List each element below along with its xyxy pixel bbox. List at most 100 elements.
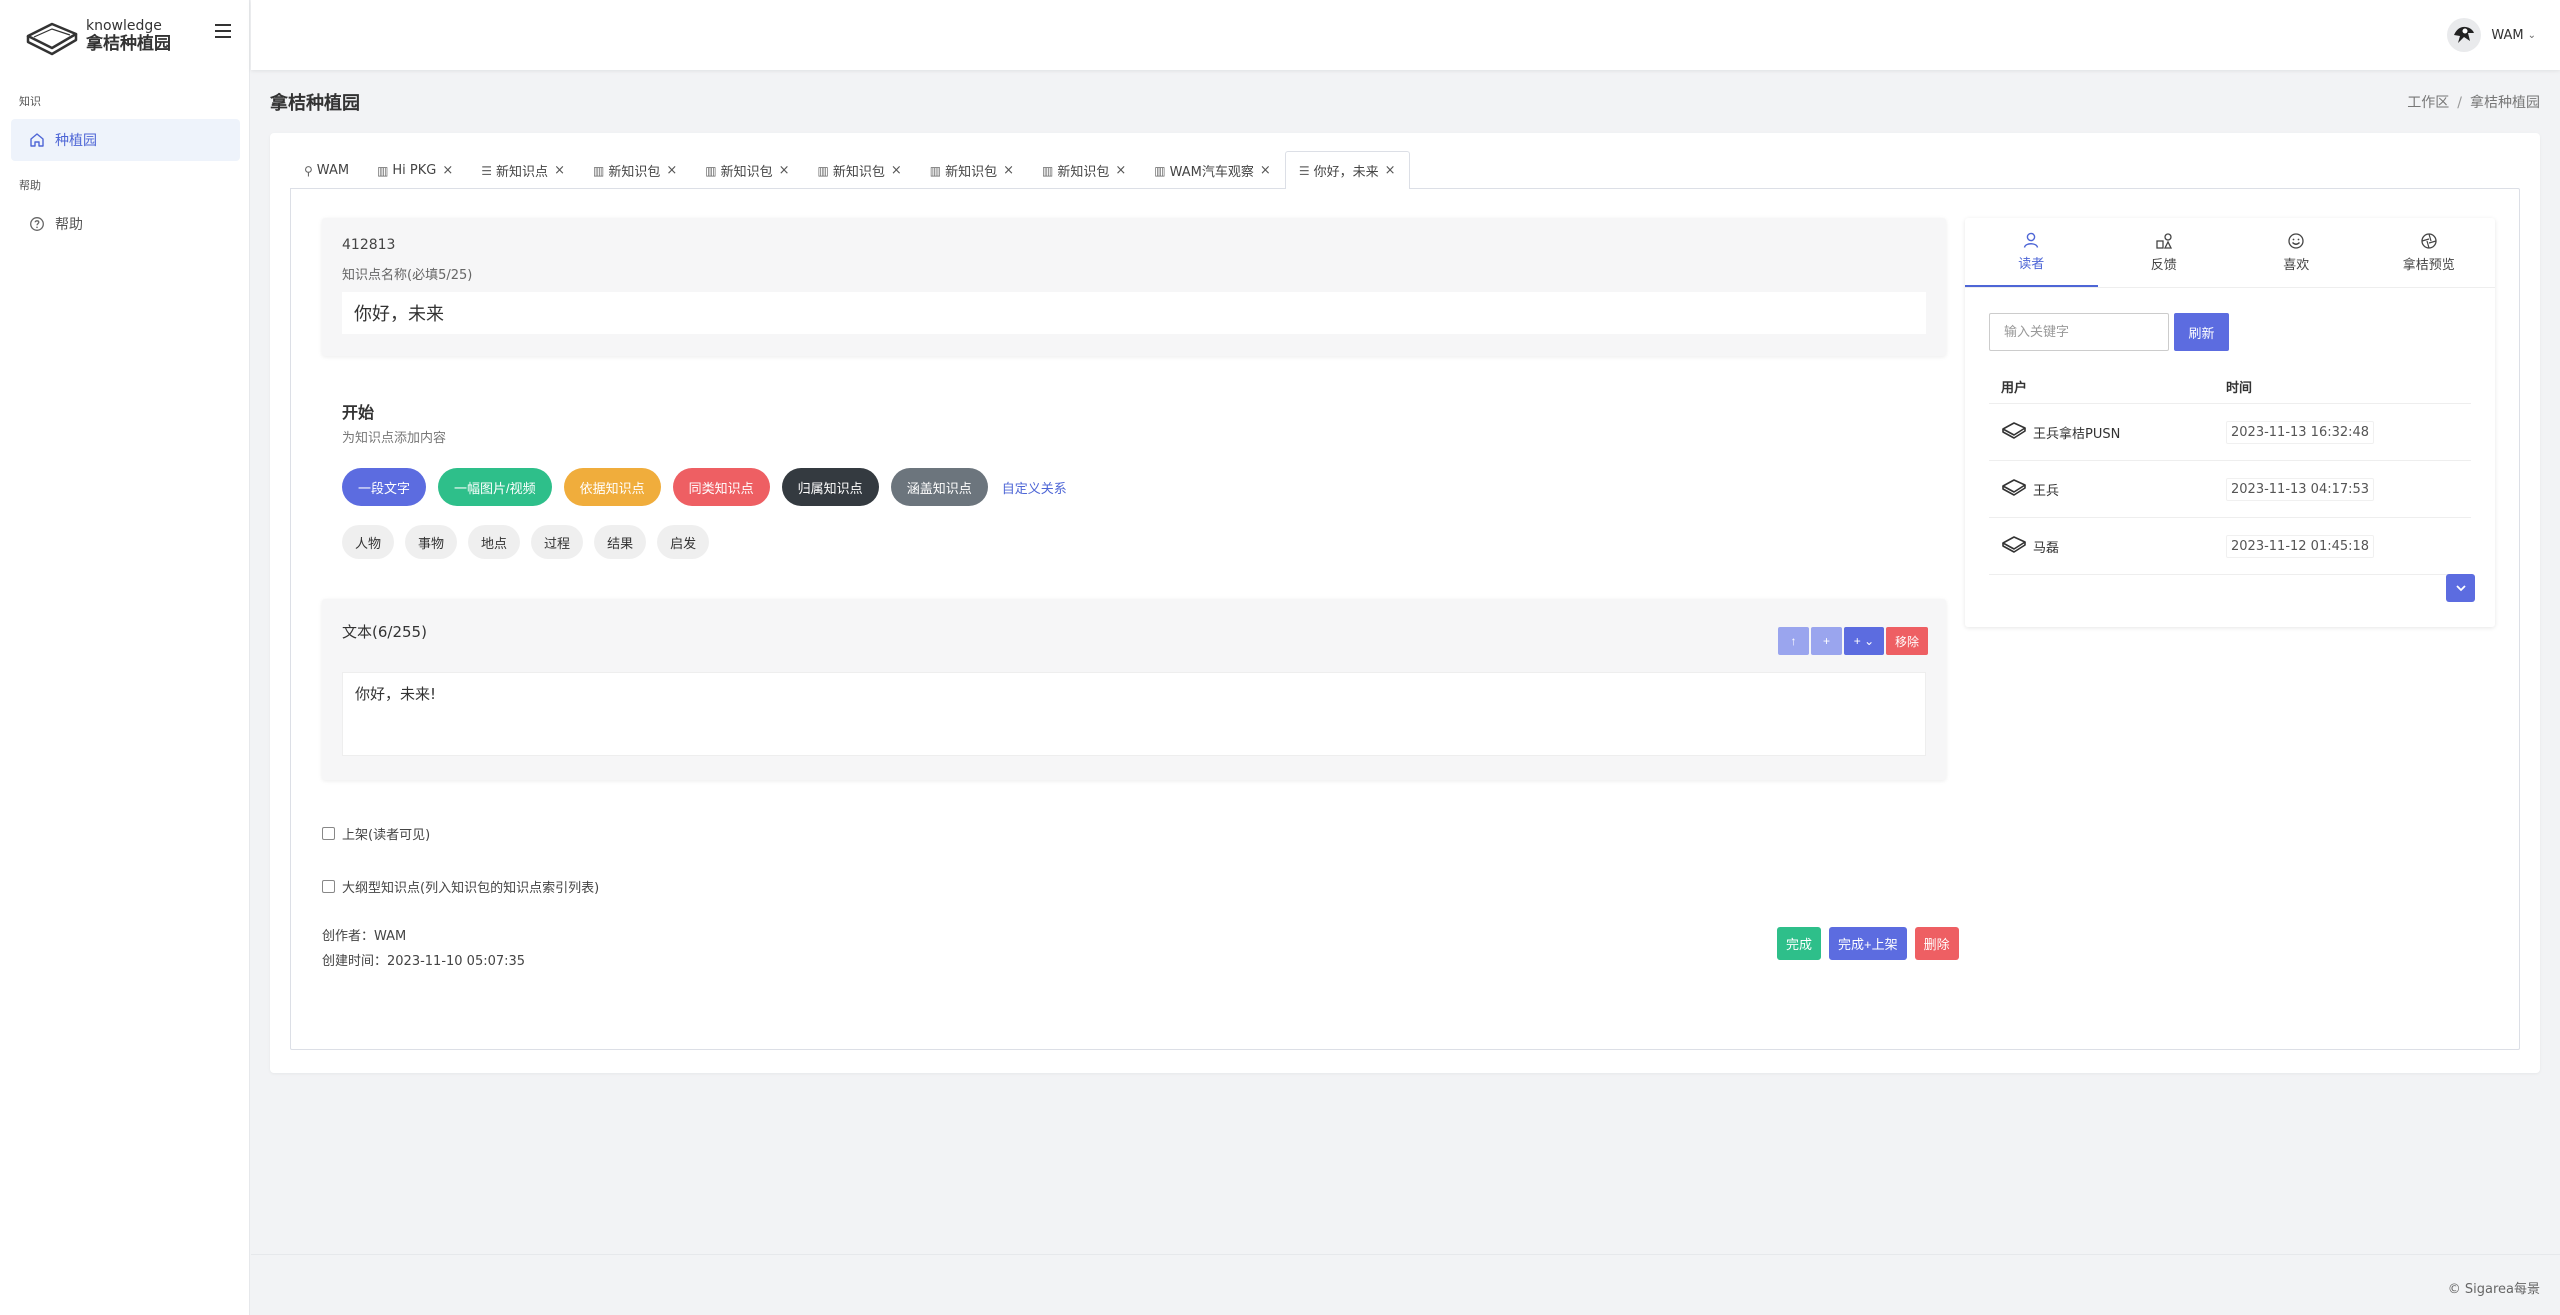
- knowledge-name-label: 知识点名称(必填5/25): [342, 268, 473, 283]
- shapes-icon: [2156, 233, 2172, 249]
- tab-item[interactable]: ▥ 新知识包 ×: [1028, 151, 1140, 189]
- sidebar-item-plantation[interactable]: 种植园: [11, 119, 240, 161]
- book-icon: ▥: [817, 163, 829, 178]
- start-subtitle: 为知识点添加内容: [342, 431, 447, 446]
- remove-block-button[interactable]: 移除: [1886, 627, 1928, 655]
- readers-table: 用户 时间 王兵拿桔PUSN 2023-11-13 16:32:48 王兵 2023-…: [1989, 370, 2471, 575]
- done-publish-button[interactable]: 完成+上架: [1829, 927, 1907, 960]
- table-row[interactable]: 王兵拿桔PUSN 2023-11-13 16:32:48: [1989, 404, 2471, 461]
- done-button[interactable]: 完成: [1777, 927, 1822, 960]
- tag-chip[interactable]: 结果: [594, 525, 647, 559]
- tab-item[interactable]: ☰ 你好，未来 ×: [1284, 151, 1410, 189]
- content-type-button[interactable]: 一幅图片/视频: [438, 468, 552, 506]
- tag-chip[interactable]: 地点: [468, 525, 521, 559]
- text-block-textarea[interactable]: 你好，未来!: [342, 672, 1926, 756]
- tab-item[interactable]: ▥ WAM汽车观察 ×: [1140, 151, 1285, 189]
- refresh-button[interactable]: 刷新: [2174, 313, 2229, 351]
- tab-item[interactable]: ⚲ WAM: [290, 151, 363, 189]
- add-button[interactable]: +: [1811, 627, 1842, 655]
- close-icon[interactable]: ×: [891, 163, 902, 178]
- table-row[interactable]: 马磊 2023-11-12 01:45:18: [1989, 518, 2471, 575]
- chevron-down-icon: ⌄: [2527, 29, 2536, 41]
- close-icon[interactable]: ×: [779, 163, 790, 178]
- user-icon: [2024, 232, 2039, 248]
- outline-checkbox-row[interactable]: 大纲型知识点(列入知识包的知识点索引列表): [322, 877, 599, 896]
- sidebar-item-label: 帮助: [55, 217, 83, 233]
- footer-copyright: © Sigarea每景: [2447, 1282, 2540, 1297]
- content-type-button[interactable]: 同类知识点: [672, 468, 770, 506]
- start-title: 开始: [342, 403, 375, 422]
- move-up-button[interactable]: ↑: [1778, 627, 1809, 655]
- tag-chip[interactable]: 人物: [342, 525, 395, 559]
- content-type-button[interactable]: 一段文字: [342, 468, 427, 506]
- close-icon[interactable]: ×: [442, 163, 453, 178]
- book-icon: ▥: [929, 163, 942, 178]
- menu-toggle-icon[interactable]: [215, 24, 231, 38]
- sliders-icon: ☰: [481, 163, 493, 178]
- close-icon[interactable]: ×: [1115, 163, 1126, 178]
- publish-checkbox[interactable]: [322, 827, 335, 840]
- tag-chip[interactable]: 事物: [405, 525, 458, 559]
- footer: © Sigarea每景: [251, 1254, 2560, 1315]
- created-time-text: 创建时间：2023-11-10 05:07:35: [322, 954, 526, 969]
- custom-relation-link[interactable]: 自定义关系: [1002, 478, 1067, 497]
- sidebar-item-help[interactable]: 帮助: [11, 203, 240, 245]
- load-more-button[interactable]: [2446, 574, 2475, 602]
- main-card: ⚲ WAM ▥ Hi PKG × ☰ 新知识点 × ▥ 新知识包 × ▥ 新知识包 × ▥ 新知识包 × ▥ 新知识…: [270, 133, 2540, 1073]
- reader-time-cell: 2023-11-13 04:17:53: [2226, 477, 2471, 501]
- tab-feedback[interactable]: 反馈: [2098, 218, 2231, 287]
- tab-item[interactable]: ☰ 新知识点 ×: [467, 151, 579, 189]
- readers-panel: 读者 反馈 喜欢 拿桔预览 刷新 用户: [1965, 218, 2495, 627]
- app-logo[interactable]: knowledge 拿桔种植园: [24, 14, 171, 58]
- breadcrumb-item-workspace[interactable]: 工作区: [2407, 95, 2449, 111]
- book-icon: ▥: [1154, 163, 1166, 178]
- content-type-button[interactable]: 依据知识点: [563, 468, 661, 506]
- book-icon: ▥: [377, 163, 389, 178]
- user-icon: ⚲: [304, 163, 313, 178]
- content-type-button[interactable]: 涵盖知识点: [890, 468, 988, 506]
- reader-name: 王兵: [2033, 483, 2060, 499]
- creator-text: 创作者：WAM: [322, 929, 407, 944]
- table-row[interactable]: 王兵 2023-11-13 04:17:53: [1989, 461, 2471, 518]
- knowledge-name-input[interactable]: [342, 292, 1926, 334]
- close-icon[interactable]: ×: [666, 163, 677, 178]
- tab-likes[interactable]: 喜欢: [2230, 218, 2363, 287]
- tag-chip[interactable]: 过程: [531, 525, 584, 559]
- home-icon: [30, 133, 44, 147]
- tab-item[interactable]: ▥ 新知识包 ×: [579, 151, 691, 189]
- reader-search-input[interactable]: [1989, 313, 2169, 351]
- tab-item[interactable]: ▥ 新知识包 ×: [691, 151, 803, 189]
- close-icon[interactable]: ×: [1003, 163, 1014, 178]
- smile-icon: [2288, 233, 2304, 249]
- publish-checkbox-label: 上架(读者可见): [342, 828, 431, 843]
- close-icon[interactable]: ×: [1260, 163, 1271, 178]
- tab-item[interactable]: ▥ 新知识包 ×: [804, 151, 916, 189]
- user-menu[interactable]: WAM ⌄: [2447, 18, 2536, 52]
- reader-user-cell: 马磊: [1989, 533, 2226, 559]
- close-icon[interactable]: ×: [1385, 163, 1396, 178]
- add-dropdown-button[interactable]: + ⌄: [1844, 627, 1884, 655]
- column-header-time: 时间: [2226, 381, 2253, 396]
- delete-button[interactable]: 删除: [1914, 927, 1959, 960]
- reader-user-cell: 王兵拿桔PUSN: [1989, 419, 2226, 445]
- tab-item[interactable]: ▥ Hi PKG ×: [363, 151, 467, 189]
- reader-time: 2023-11-12 01:45:18: [2226, 534, 2375, 558]
- sliders-icon: ☰: [1298, 163, 1310, 178]
- content-type-button[interactable]: 归属知识点: [781, 468, 879, 506]
- reader-time: 2023-11-13 04:17:53: [2226, 477, 2375, 501]
- tab-label: 新知识包: [1057, 165, 1110, 180]
- tab-readers[interactable]: 读者: [1965, 218, 2098, 287]
- tag-chip[interactable]: 启发: [657, 525, 710, 559]
- book-icon: ▥: [705, 163, 717, 178]
- publish-checkbox-row[interactable]: 上架(读者可见): [322, 824, 430, 843]
- tab-item[interactable]: ▥ 新知识包 ×: [916, 151, 1028, 189]
- close-icon[interactable]: ×: [554, 163, 565, 178]
- tab-preview[interactable]: 拿桔预览: [2363, 218, 2496, 287]
- text-block-title: 文本(6/255): [342, 623, 427, 641]
- tab-label: WAM: [316, 163, 350, 178]
- tab-label: 新知识包: [608, 165, 661, 180]
- action-buttons: 完成 完成+上架 删除: [1777, 927, 1967, 960]
- help-circle-icon: [30, 217, 44, 231]
- right-panel-tabs: 读者 反馈 喜欢 拿桔预览: [1965, 218, 2495, 288]
- outline-checkbox[interactable]: [322, 880, 335, 893]
